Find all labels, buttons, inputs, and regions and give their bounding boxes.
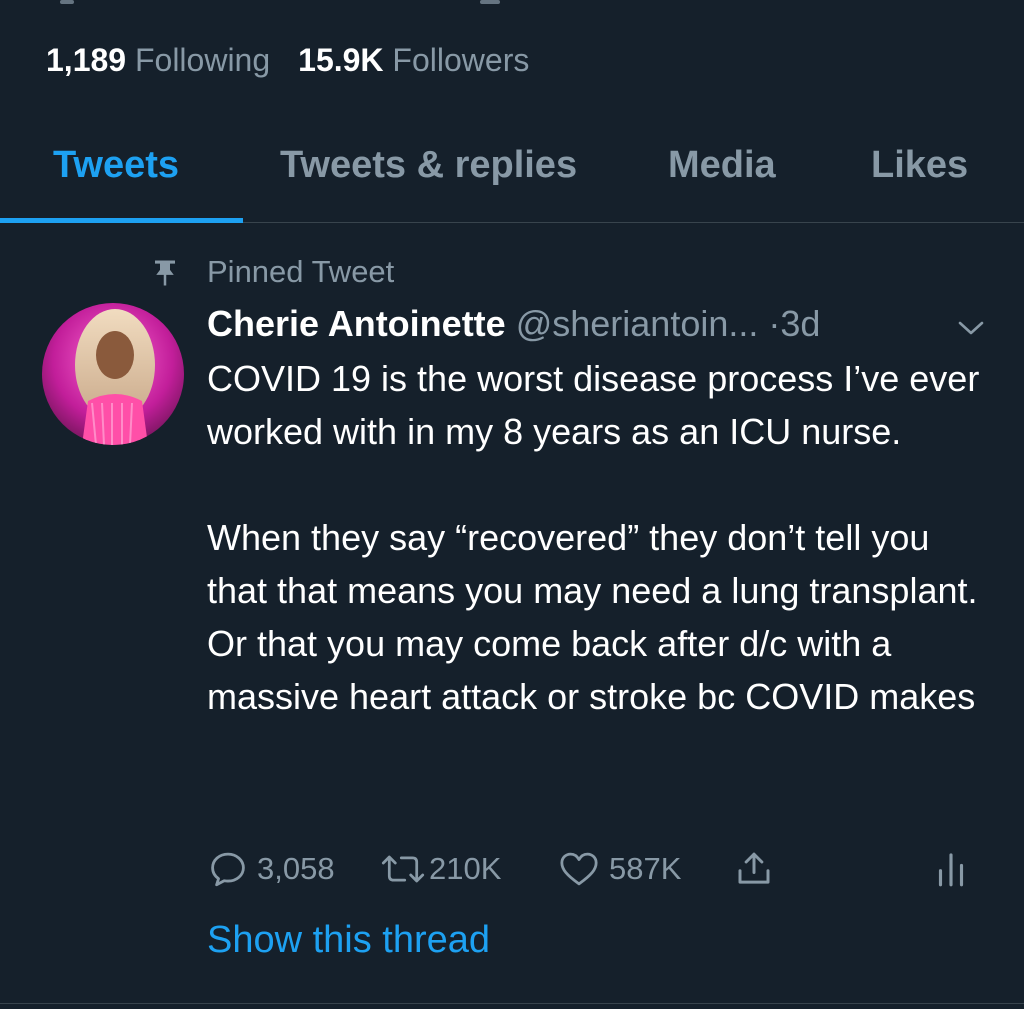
author-name[interactable]: Cherie Antoinette	[207, 303, 506, 344]
tweet-timestamp[interactable]: 3d	[780, 303, 820, 344]
tweet-paragraph: When they say “recovered” they don’t tel…	[207, 517, 978, 717]
active-tab-indicator	[0, 218, 243, 223]
reply-button[interactable]: 3,058	[207, 845, 335, 893]
analytics-icon	[938, 853, 964, 887]
tweet-paragraph: COVID 19 is the worst disease process I’…	[207, 358, 980, 452]
following-count: 1,189	[46, 42, 127, 78]
reply-icon	[211, 852, 245, 887]
author-handle[interactable]: @sheriantoin...	[516, 303, 759, 344]
like-button[interactable]: 587K	[557, 845, 681, 893]
analytics-button[interactable]	[933, 845, 969, 893]
tweet-divider	[0, 1003, 1024, 1004]
like-count: 587K	[609, 851, 682, 886]
followers-link[interactable]: 15.9K Followers	[298, 42, 529, 78]
tab-media[interactable]: Media	[668, 142, 776, 188]
pinned-tweet-label: Pinned Tweet	[207, 254, 395, 289]
tweet-header: Cherie Antoinette @sheriantoin... ·3d	[207, 302, 820, 346]
followers-label: Followers	[392, 42, 530, 78]
followers-count: 15.9K	[298, 42, 384, 78]
show-thread-link[interactable]: Show this thread	[207, 916, 490, 964]
pin-icon	[155, 260, 175, 286]
tab-likes[interactable]: Likes	[871, 142, 968, 188]
heart-icon	[560, 852, 598, 886]
share-icon	[738, 852, 770, 884]
retweet-count: 210K	[429, 851, 502, 886]
following-link[interactable]: 1,189 Following	[46, 42, 270, 78]
cropped-top-edge	[0, 0, 1024, 8]
retweet-button[interactable]: 210K	[379, 845, 501, 893]
retweet-icon	[381, 855, 425, 883]
share-button[interactable]	[733, 845, 775, 893]
chevron-down-icon[interactable]	[956, 318, 986, 338]
following-label: Following	[134, 42, 271, 78]
profile-tabs: Tweets Tweets & replies Media Likes	[0, 128, 1024, 223]
separator-dot: ·	[768, 303, 781, 344]
avatar[interactable]	[42, 303, 184, 445]
reply-count: 3,058	[257, 851, 335, 886]
tweet-body: COVID 19 is the worst disease process I’…	[207, 352, 997, 723]
tweet-actions: 3,058 210K 587K	[207, 845, 987, 893]
profile-stats: 1,189 Following 15.9K Followers	[46, 40, 529, 80]
tab-tweets-and-replies[interactable]: Tweets & replies	[280, 142, 577, 188]
tab-tweets[interactable]: Tweets	[53, 142, 179, 188]
